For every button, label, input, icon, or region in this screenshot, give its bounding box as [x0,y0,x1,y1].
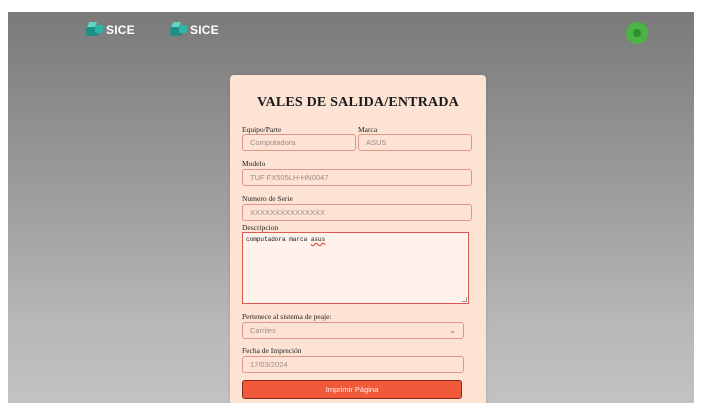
modelo-input[interactable]: TUF FX505LH-HN0047 [242,169,472,186]
descripcion-label: Descripcion [242,223,279,232]
vale-form-card: VALES DE SALIDA/ENTRADA Equipo/Parte Com… [230,75,486,403]
sice-logo-icon [86,22,103,38]
print-page-button[interactable]: Imprimir Página [242,380,462,399]
equipo-input[interactable]: Computadora [242,134,356,151]
marca-label: Marca [358,125,378,134]
sice-logo-secondary[interactable]: SICE [170,22,219,38]
logo-text: SICE [190,23,219,37]
descripcion-text: computadora marca [246,236,311,243]
sice-logo[interactable]: SICE [86,22,135,38]
equipo-label: Equipo/Parte [242,125,282,134]
resize-handle[interactable] [462,297,467,302]
sice-logo-icon [170,22,187,38]
user-avatar-icon[interactable] [626,22,648,44]
app-viewport: SICE SICE VALES DE SALIDA/ENTRADA Equipo… [8,12,694,403]
serie-input[interactable]: XXXXXXXXXXXXXXX [242,204,472,221]
sistema-select[interactable]: Carriles ⌄ [242,322,464,339]
serie-label: Numero de Serie [242,194,293,203]
logo-text: SICE [106,23,135,37]
form-title: VALES DE SALIDA/ENTRADA [257,95,459,110]
sistema-label: Pertenece al sistema de peaje: [242,312,332,321]
fecha-label: Fecha de Impreción [242,346,302,355]
descripcion-textarea[interactable]: computadora marca asus [242,232,469,304]
modelo-label: Modelo [242,159,266,168]
marca-input[interactable]: ASUS [358,134,472,151]
fecha-input[interactable]: 17/03/2024 [242,356,464,373]
chevron-down-icon: ⌄ [449,326,456,335]
sistema-select-value: Carriles [250,326,276,335]
descripcion-misspelled-word: asus [310,236,326,243]
